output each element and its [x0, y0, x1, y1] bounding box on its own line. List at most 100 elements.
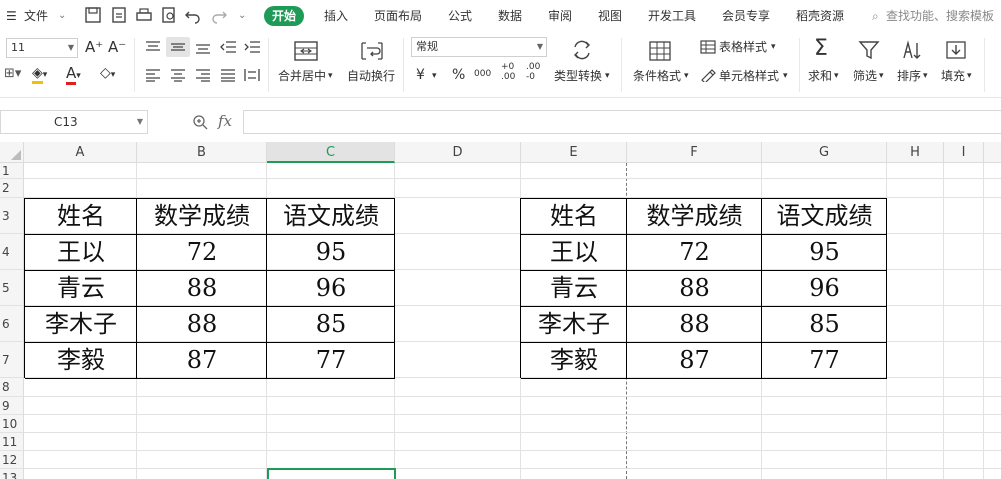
chevron-down-icon[interactable]: ▾ [605, 68, 610, 84]
chevron-down-icon[interactable]: ▼ [137, 111, 143, 133]
table-cell[interactable]: 77 [267, 343, 395, 377]
thousands-separator-button[interactable]: 000 [474, 66, 491, 82]
table-cell[interactable]: 李毅 [521, 343, 627, 377]
increase-font-icon[interactable]: A⁺ [85, 39, 103, 55]
filter-icon[interactable] [858, 40, 880, 60]
table-cell[interactable]: 88 [137, 307, 267, 341]
row-header[interactable]: 1 [0, 163, 24, 179]
table-cell[interactable]: 青云 [25, 271, 137, 305]
table-cell[interactable]: 李木子 [25, 307, 137, 341]
chevron-down-icon[interactable]: ▾ [783, 68, 788, 84]
table-cell[interactable]: 85 [762, 307, 887, 341]
distributed-align-icon[interactable] [244, 68, 260, 82]
tab-member[interactable]: 会员专享 [722, 6, 770, 26]
table-cell[interactable]: 87 [627, 343, 762, 377]
font-color-icon[interactable]: A▾ [66, 64, 81, 85]
column-header-c[interactable]: C [267, 142, 395, 163]
cell-style-button[interactable]: 单元格样式 [719, 68, 779, 84]
fill-color-icon[interactable]: ◈▾ [32, 65, 47, 84]
wrap-text-button[interactable]: 自动换行 [347, 68, 395, 84]
merge-center-button[interactable]: 合并居中 [278, 68, 326, 84]
decrease-font-icon[interactable]: A⁻ [108, 39, 126, 55]
table-cell[interactable]: 88 [627, 307, 762, 341]
decrease-decimal-icon[interactable]: .00 -0 [526, 62, 540, 82]
align-top-icon[interactable] [145, 40, 161, 54]
currency-format-button[interactable]: ¥ [416, 67, 425, 83]
table-style-icon[interactable] [700, 40, 716, 54]
column-header-f[interactable]: F [627, 142, 762, 163]
type-convert-button[interactable]: 类型转换 [554, 68, 602, 84]
chevron-down-icon[interactable]: ▾ [834, 68, 839, 84]
select-all-corner[interactable] [0, 142, 24, 163]
row-header[interactable]: 2 [0, 179, 24, 198]
table-cell[interactable]: 88 [627, 271, 762, 305]
tab-insert[interactable]: 插入 [324, 6, 348, 26]
chevron-down-icon[interactable]: ▾ [967, 68, 972, 84]
align-right-icon[interactable] [195, 68, 211, 82]
table-cell[interactable]: 李毅 [25, 343, 137, 377]
tab-page-layout[interactable]: 页面布局 [374, 6, 422, 26]
wrap-text-icon[interactable] [360, 40, 384, 62]
chevron-down-icon[interactable]: ▾ [923, 68, 928, 84]
table-cell[interactable]: 95 [267, 235, 395, 269]
percent-format-button[interactable]: % [452, 67, 465, 83]
table-cell[interactable]: 王以 [521, 235, 627, 269]
print-icon[interactable] [135, 6, 153, 24]
font-size-select[interactable]: 11 ▼ [6, 38, 78, 58]
border-icon[interactable]: ⊞▾ [4, 66, 21, 82]
tab-data[interactable]: 数据 [498, 6, 522, 26]
fill-button[interactable]: 填充 [941, 68, 965, 84]
sum-button[interactable]: 求和 [808, 68, 832, 84]
row-header[interactable]: 5 [0, 270, 24, 306]
sort-icon[interactable] [901, 40, 923, 60]
cell-style-icon[interactable] [700, 68, 716, 82]
tab-formulas[interactable]: 公式 [448, 6, 472, 26]
align-bottom-icon[interactable] [195, 40, 211, 54]
fx-icon[interactable]: fx [218, 112, 232, 130]
table-cell[interactable]: 77 [762, 343, 887, 377]
export-pdf-icon[interactable] [110, 6, 128, 24]
selected-cell[interactable] [267, 468, 396, 479]
row-header[interactable]: 13 [0, 469, 24, 479]
table-cell[interactable]: 85 [267, 307, 395, 341]
table-cell[interactable]: 88 [137, 271, 267, 305]
chevron-down-icon[interactable]: ▾ [432, 68, 437, 84]
row-header[interactable]: 12 [0, 451, 24, 469]
row-header[interactable]: 10 [0, 415, 24, 433]
column-header-partial[interactable] [984, 142, 1001, 163]
column-header-a[interactable]: A [24, 142, 137, 163]
name-box[interactable]: C13 ▼ [0, 110, 148, 134]
row-header[interactable]: 9 [0, 397, 24, 415]
tab-developer[interactable]: 开发工具 [648, 6, 696, 26]
table-style-button[interactable]: 表格样式 [719, 39, 767, 55]
number-format-select[interactable]: 常规 ▼ [411, 37, 547, 57]
chevron-down-icon[interactable]: ▾ [684, 68, 689, 84]
chevron-down-icon[interactable]: ⌄ [58, 6, 66, 26]
search-box[interactable]: 查找功能、搜索模板 [886, 6, 994, 26]
column-header-h[interactable]: H [887, 142, 944, 163]
chevron-down-icon[interactable]: ▾ [328, 68, 333, 84]
header-cell-name[interactable]: 姓名 [25, 199, 137, 233]
type-convert-icon[interactable] [571, 40, 593, 60]
conditional-format-button[interactable]: 条件格式 [633, 68, 681, 84]
table-cell[interactable]: 72 [137, 235, 267, 269]
hamburger-icon[interactable]: ☰ [6, 6, 17, 26]
quick-access-dropdown-icon[interactable]: ⌄ [238, 6, 246, 26]
header-cell-math[interactable]: 数学成绩 [627, 199, 762, 233]
row-header[interactable]: 8 [0, 378, 24, 397]
row-header[interactable]: 11 [0, 433, 24, 451]
header-cell-chinese[interactable]: 语文成绩 [762, 199, 887, 233]
decrease-indent-icon[interactable] [220, 40, 236, 54]
justify-icon[interactable] [220, 68, 236, 82]
column-header-e[interactable]: E [521, 142, 627, 163]
header-cell-chinese[interactable]: 语文成绩 [267, 199, 395, 233]
chevron-down-icon[interactable]: ▾ [771, 39, 776, 55]
merge-center-icon[interactable] [293, 40, 319, 62]
column-header-b[interactable]: B [137, 142, 267, 163]
table-cell[interactable]: 青云 [521, 271, 627, 305]
column-header-i[interactable]: I [944, 142, 984, 163]
row-header[interactable]: 4 [0, 234, 24, 270]
chevron-down-icon[interactable]: ▾ [879, 68, 884, 84]
filter-button[interactable]: 筛选 [853, 68, 877, 84]
increase-decimal-icon[interactable]: +0.00 [501, 62, 515, 82]
